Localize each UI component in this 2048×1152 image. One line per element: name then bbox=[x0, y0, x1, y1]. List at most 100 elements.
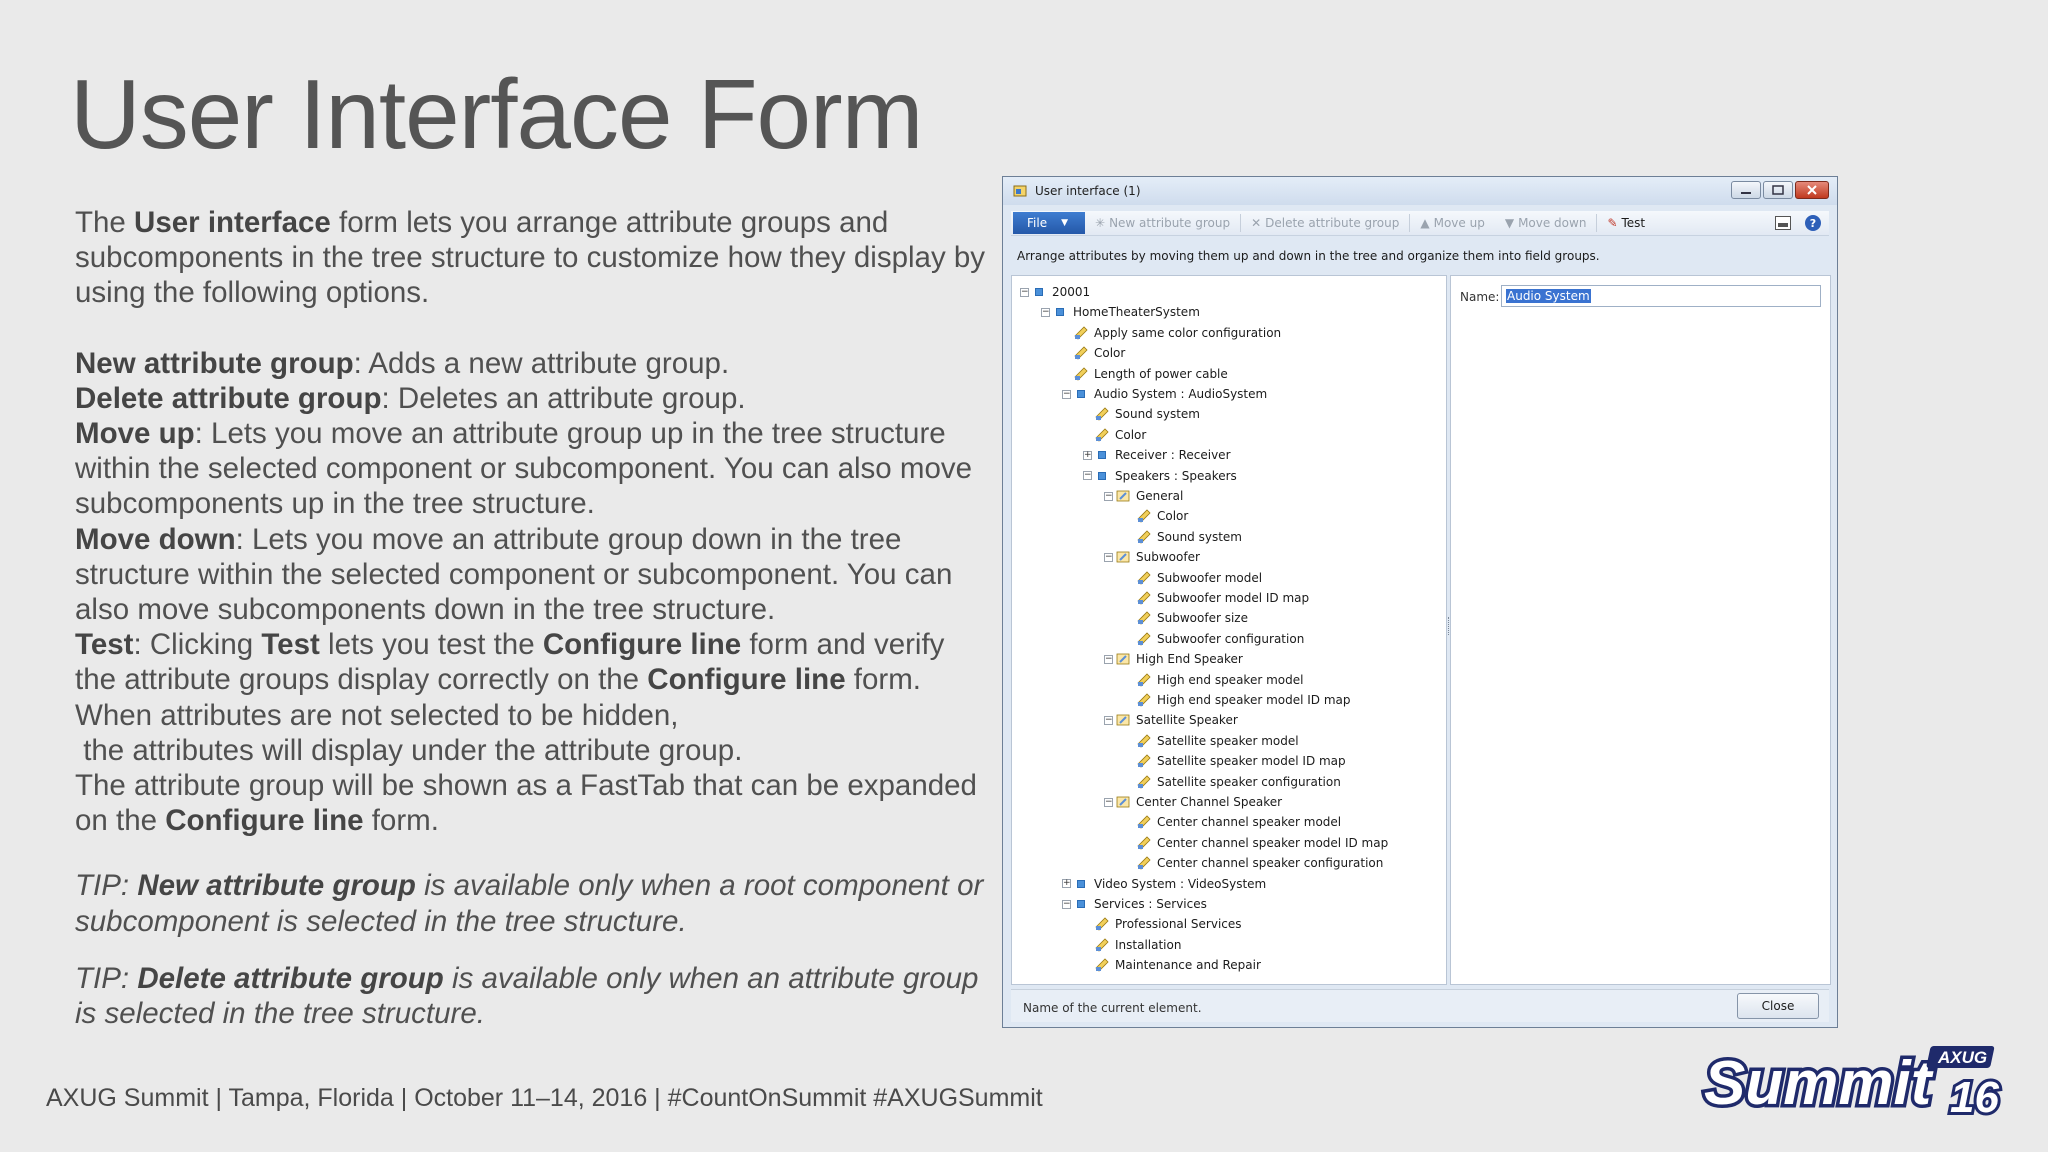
tree-node[interactable]: − Center Channel Speaker bbox=[1104, 792, 1282, 812]
window-close-button[interactable] bbox=[1795, 181, 1829, 199]
tree-node[interactable]: − Audio System : AudioSystem bbox=[1062, 384, 1267, 404]
collapse-icon[interactable]: − bbox=[1104, 491, 1113, 501]
delete-attribute-group-button[interactable]: ✕ Delete attribute group bbox=[1241, 216, 1409, 230]
tree-node[interactable]: Satellite speaker configuration bbox=[1125, 772, 1341, 792]
tree-connector bbox=[1125, 594, 1134, 603]
tree-node-label: High end speaker model ID map bbox=[1157, 693, 1351, 707]
tree-node[interactable]: Center channel speaker configuration bbox=[1125, 853, 1383, 873]
tree-pane[interactable]: −20001− HomeTheaterSystem Apply same color… bbox=[1011, 275, 1447, 985]
window-title: User interface (1) bbox=[1035, 184, 1141, 198]
tree-node[interactable]: − General bbox=[1104, 486, 1183, 506]
tree-node[interactable]: Apply same color configuration bbox=[1062, 323, 1281, 343]
layout-icon[interactable] bbox=[1775, 216, 1791, 230]
tree-node[interactable]: − Services : Services bbox=[1062, 894, 1207, 914]
expand-icon[interactable]: + bbox=[1062, 879, 1071, 889]
tree-node[interactable]: Satellite speaker model bbox=[1125, 731, 1299, 751]
component-icon bbox=[1095, 469, 1109, 483]
window-titlebar[interactable]: User interface (1) bbox=[1003, 177, 1837, 205]
tree-node-label: Color bbox=[1157, 509, 1189, 524]
tree-node-label: Color bbox=[1094, 346, 1126, 361]
collapse-icon[interactable]: − bbox=[1020, 287, 1029, 297]
attribute-icon bbox=[1137, 734, 1151, 748]
tree-node[interactable]: Color bbox=[1083, 425, 1146, 445]
tree-node-label: Color bbox=[1115, 427, 1147, 442]
instruction-text: Arrange attributes by moving them up and… bbox=[1017, 249, 1600, 263]
attribute-icon bbox=[1137, 530, 1151, 544]
tree-node[interactable]: Color bbox=[1062, 343, 1125, 363]
tree-node[interactable]: High end speaker model bbox=[1125, 670, 1303, 690]
tree-node[interactable]: Center channel speaker model bbox=[1125, 812, 1341, 832]
attribute-icon bbox=[1137, 611, 1151, 625]
tree-node[interactable]: + Video System : VideoSystem bbox=[1062, 874, 1266, 894]
tree-node[interactable]: Maintenance and Repair bbox=[1083, 955, 1261, 975]
tip-delete-group: TIP: Delete attribute group is available… bbox=[75, 961, 979, 1031]
tree-node[interactable]: − Satellite Speaker bbox=[1104, 710, 1238, 730]
tree-connector bbox=[1125, 838, 1134, 847]
tree-node-label: Speakers : Speakers bbox=[1115, 468, 1237, 483]
tree-connector bbox=[1062, 369, 1071, 378]
tip-new-group: TIP: New attribute group is available on… bbox=[75, 869, 984, 938]
hidden-line-2: the attributes will display under the at… bbox=[75, 733, 743, 767]
minimize-icon bbox=[1741, 192, 1751, 194]
tree-node[interactable]: Professional Services bbox=[1083, 914, 1242, 934]
tree-node[interactable]: Sound system bbox=[1125, 527, 1242, 547]
tree-node[interactable]: Subwoofer size bbox=[1125, 608, 1248, 628]
attribute-icon bbox=[1137, 693, 1151, 707]
name-field[interactable]: Audio System bbox=[1501, 285, 1821, 307]
tree-connector bbox=[1125, 757, 1134, 766]
tree-node[interactable]: Length of power cable bbox=[1062, 364, 1228, 384]
collapse-icon[interactable]: − bbox=[1083, 471, 1092, 481]
tree-node[interactable]: − Speakers : Speakers bbox=[1083, 466, 1237, 486]
tree-node-label: Satellite speaker model bbox=[1157, 733, 1299, 748]
summit-logo: Summit AXUG 16 bbox=[1701, 1046, 2003, 1121]
tree-node[interactable]: − Subwoofer bbox=[1104, 547, 1200, 567]
attribute-icon bbox=[1095, 917, 1109, 931]
tree-node-label: Subwoofer model ID map bbox=[1157, 591, 1310, 605]
expand-icon[interactable]: + bbox=[1083, 450, 1092, 460]
logo-year: 16 bbox=[1950, 1073, 1999, 1120]
collapse-icon[interactable]: − bbox=[1041, 307, 1050, 317]
collapse-icon[interactable]: − bbox=[1062, 899, 1071, 909]
delete-x-icon: ✕ bbox=[1251, 216, 1262, 230]
tree-node[interactable]: Subwoofer model bbox=[1125, 568, 1262, 588]
attribute-icon bbox=[1095, 938, 1109, 952]
tree-node[interactable]: Subwoofer configuration bbox=[1125, 629, 1304, 649]
tree-node[interactable]: − High End Speaker bbox=[1104, 649, 1243, 669]
slide-body: The User interface form lets you arrange… bbox=[75, 205, 990, 1031]
minimize-button[interactable] bbox=[1731, 181, 1761, 199]
tree-node[interactable]: + Receiver : Receiver bbox=[1083, 445, 1231, 465]
tree-node-label: Center channel speaker model ID map bbox=[1157, 835, 1389, 850]
collapse-icon[interactable]: − bbox=[1062, 389, 1071, 399]
tree-connector bbox=[1125, 859, 1134, 868]
tree-node[interactable]: − HomeTheaterSystem bbox=[1041, 302, 1200, 322]
collapse-icon[interactable]: − bbox=[1104, 552, 1113, 562]
tree-node[interactable]: Color bbox=[1125, 506, 1188, 526]
form-icon bbox=[1013, 185, 1027, 197]
move-down-button[interactable]: ▼ Move down bbox=[1495, 216, 1597, 230]
component-icon bbox=[1053, 305, 1067, 319]
tree-node[interactable]: − 20001 bbox=[1020, 282, 1090, 302]
collapse-icon[interactable]: − bbox=[1104, 715, 1113, 725]
new-attribute-group-button[interactable]: ✳ New attribute group bbox=[1085, 216, 1240, 230]
tree-node[interactable]: Subwoofer model ID map bbox=[1125, 588, 1309, 608]
tree-node[interactable]: Sound system bbox=[1083, 404, 1200, 424]
test-button[interactable]: ✎ Test bbox=[1597, 216, 1655, 230]
attribute-group-icon bbox=[1116, 652, 1130, 666]
tree-node[interactable]: Center channel speaker model ID map bbox=[1125, 833, 1388, 853]
attribute-icon bbox=[1137, 815, 1151, 829]
collapse-icon[interactable]: − bbox=[1104, 654, 1113, 664]
close-button[interactable]: Close bbox=[1737, 993, 1819, 1019]
tree-connector bbox=[1083, 961, 1092, 970]
collapse-icon[interactable]: − bbox=[1104, 797, 1113, 807]
move-up-button[interactable]: ▲ Move up bbox=[1410, 216, 1494, 230]
tree-node[interactable]: Installation bbox=[1083, 935, 1181, 955]
attribute-icon bbox=[1137, 775, 1151, 789]
maximize-button[interactable] bbox=[1763, 181, 1793, 199]
tree-node[interactable]: High end speaker model ID map bbox=[1125, 690, 1351, 710]
file-menu-button[interactable]: File ▼ bbox=[1013, 212, 1085, 234]
help-icon[interactable]: ? bbox=[1805, 215, 1821, 231]
tree-node[interactable]: Satellite speaker model ID map bbox=[1125, 751, 1346, 771]
tree-connector bbox=[1125, 818, 1134, 827]
tree-node-label: Subwoofer configuration bbox=[1157, 631, 1305, 646]
attribute-icon bbox=[1137, 632, 1151, 646]
